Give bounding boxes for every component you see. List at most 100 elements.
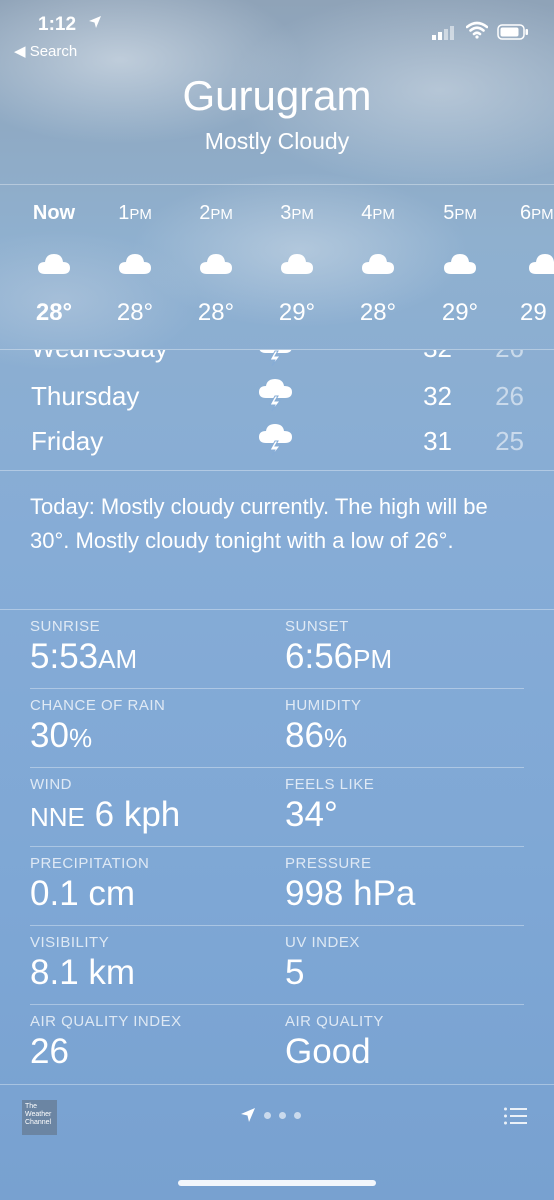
location-arrow-icon <box>241 1108 255 1122</box>
day-row: Friday 31 25 <box>0 424 554 466</box>
detail-value: 86% <box>285 716 348 755</box>
day-high: 32 <box>423 381 452 411</box>
detail-wind: WIND NNE 6 kph <box>30 776 180 835</box>
detail-humidity: HUMIDITY 86% <box>285 697 362 756</box>
city-name: Gurugram <box>182 72 372 119</box>
hour-label: 5PM <box>443 202 477 224</box>
battery-icon <box>497 24 528 40</box>
hour-item: 4PM 28° <box>338 200 418 327</box>
hour-label: 6PM <box>520 202 554 224</box>
divider <box>30 688 524 689</box>
detail-label: SUNRISE <box>30 618 101 635</box>
detail-value: 5:53AM <box>30 637 138 676</box>
detail-precipitation: PRECIPITATION 0.1 cm <box>30 855 149 914</box>
divider <box>0 609 554 610</box>
hour-item: 1PM 28° <box>95 200 175 327</box>
cloud-icon <box>281 254 313 274</box>
detail-value: 0.1 cm <box>30 874 136 913</box>
status-time: 1:12 <box>38 14 77 35</box>
cloud-icon <box>38 254 70 274</box>
location-arrow-icon <box>89 16 101 28</box>
detail-air-quality: AIR QUALITY Good <box>285 1013 384 1072</box>
detail-sunset: SUNSET 6:56PM <box>285 618 392 677</box>
detail-label: HUMIDITY <box>285 697 362 714</box>
detail-label: CHANCE OF RAIN <box>30 697 166 714</box>
detail-air-quality-index: AIR QUALITY INDEX 26 <box>30 1013 182 1072</box>
detail-value: 26 <box>30 1032 69 1071</box>
hour-item: 5PM 29° <box>420 200 500 327</box>
page-indicator[interactable] <box>240 1106 301 1124</box>
cloud-icon <box>444 254 476 274</box>
wifi-icon <box>466 21 488 39</box>
hour-item: 3PM 29° <box>257 200 337 327</box>
detail-label: PRECIPITATION <box>30 855 150 872</box>
divider <box>0 349 554 350</box>
detail-label: SUNSET <box>285 618 349 635</box>
day-low: 25 <box>495 426 524 456</box>
detail-value: 8.1 km <box>30 953 136 992</box>
cloud-icon <box>119 254 151 274</box>
hour-item: 2PM 28° <box>176 200 256 327</box>
thunderstorm-icon <box>259 350 292 367</box>
detail-pressure: PRESSURE 998 hPa <box>285 855 415 914</box>
today-summary: Today: Mostly cloudy currently. The high… <box>30 494 488 553</box>
hour-label: 1PM <box>118 202 152 224</box>
page-dot <box>294 1111 301 1119</box>
daily-forecast[interactable]: Wednesday 32 26 Thursday 32 26 Friday 31… <box>0 350 554 470</box>
hour-label: 2PM <box>199 202 233 224</box>
day-row: Wednesday 32 26 <box>0 350 554 373</box>
day-row: Thursday 32 26 <box>0 379 554 421</box>
detail-value: 30% <box>30 716 93 755</box>
divider <box>30 846 524 847</box>
detail-value: 6:56PM <box>285 637 393 676</box>
hour-temp: 29° <box>441 299 479 326</box>
hour-item: 6PM 29 <box>502 200 554 327</box>
detail-uv-index: UV INDEX 5 <box>285 934 360 993</box>
detail-value: Good <box>285 1032 371 1071</box>
detail-label: AIR QUALITY INDEX <box>30 1013 182 1030</box>
day-high: 31 <box>423 426 452 456</box>
day-name: Wednesday <box>31 350 168 364</box>
day-name: Friday <box>31 426 104 456</box>
hour-temp: 29 <box>520 299 547 326</box>
divider <box>0 184 554 185</box>
thunderstorm-icon <box>259 379 292 412</box>
detail-sunrise: SUNRISE 5:53AM <box>30 618 137 677</box>
hour-temp: 28° <box>35 299 73 326</box>
day-name: Thursday <box>31 381 140 411</box>
divider <box>30 925 524 926</box>
detail-label: WIND <box>30 776 72 793</box>
detail-label: AIR QUALITY <box>285 1013 384 1030</box>
detail-value: 34° <box>285 795 338 834</box>
back-to-search-link[interactable]: ◀ Search <box>14 42 77 60</box>
hour-temp: 28° <box>359 299 397 326</box>
home-indicator[interactable] <box>178 1180 376 1186</box>
hour-label: 3PM <box>280 202 314 224</box>
hour-item: Now 28° <box>14 200 94 327</box>
cellular-signal-icon <box>432 26 454 40</box>
cloud-icon <box>362 254 394 274</box>
weather-channel-logo[interactable]: The Weather Channel <box>22 1100 57 1135</box>
page-dot <box>264 1111 271 1119</box>
cloud-icon <box>529 254 554 274</box>
day-high: 32 <box>400 350 452 364</box>
divider <box>30 767 524 768</box>
detail-label: VISIBILITY <box>30 934 110 951</box>
detail-label: UV INDEX <box>285 934 360 951</box>
hour-label: 4PM <box>361 202 395 224</box>
detail-label: PRESSURE <box>285 855 372 872</box>
detail-feels-like: FEELS LIKE 34° <box>285 776 374 835</box>
day-low: 26 <box>495 381 524 411</box>
hour-label: Now <box>32 202 76 224</box>
thunderstorm-icon <box>259 424 292 457</box>
detail-value: 5 <box>285 953 305 992</box>
city-list-icon[interactable] <box>503 1106 527 1126</box>
detail-visibility: VISIBILITY 8.1 km <box>30 934 135 993</box>
cloud-icon <box>200 254 232 274</box>
detail-value: 998 hPa <box>285 874 416 913</box>
hour-temp: 29° <box>278 299 316 326</box>
day-low: 26 <box>470 350 524 364</box>
hour-temp: 28° <box>197 299 235 326</box>
divider <box>30 1004 524 1005</box>
detail-label: FEELS LIKE <box>285 776 375 793</box>
